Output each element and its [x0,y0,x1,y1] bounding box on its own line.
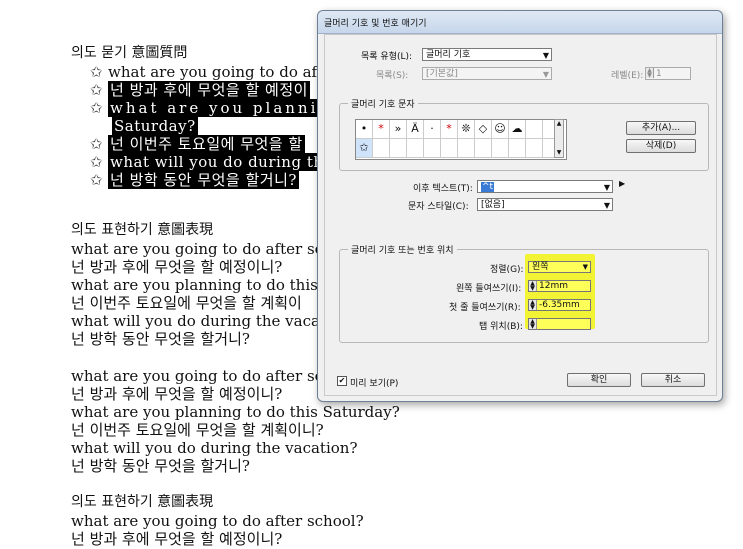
char-style-dropdown[interactable]: [없음] ▼ [477,198,613,211]
list-dropdown[interactable]: [기본값] ▼ [422,67,552,80]
first-indent-label: 첫 줄 들여쓰기(R): [449,303,521,313]
outline-star-icon: ✩ [90,153,103,171]
chevron-down-icon: ▼ [603,183,610,192]
bullet-char-cell[interactable] [441,139,458,158]
chevron-down-icon: ▼ [582,263,588,271]
bullet-char-cell[interactable] [373,139,390,158]
text-line[interactable]: 넌 방학 동안 무엇을 할거니? [71,330,250,348]
delete-button[interactable]: 삭제(D) [626,139,696,153]
spinner-icon[interactable]: ▲ ▼ [529,300,537,311]
spinner-icon[interactable]: ▲ ▼ [646,68,654,79]
text-line[interactable]: 넌 방과 후에 무엇을 할 예정이니? [71,530,282,548]
bullet-char-cell[interactable]: * [373,120,390,139]
position-group: 글머리 기호 또는 번호 위치 [339,243,709,343]
left-indent-label: 왼쪽 들여쓰기(I): [456,284,522,294]
bullet-item[interactable]: ✩ 넌 방과 후에 무엇을 할 예정이 [90,81,310,99]
text-line[interactable]: 넌 방학 동안 무엇을 할거니? [71,457,250,475]
bullet-char-cell[interactable]: ◇ [475,120,492,139]
bullet-item[interactable]: ✩ what will you do during the [90,153,335,171]
bullet-char-grid[interactable]: • * » Ä · * ❊ ◇ ☺ ☁ ✩ [355,119,567,160]
level-stepper[interactable]: ▲ ▼ 1 [645,67,691,80]
list-type-dropdown[interactable]: 글머리 기호 ▼ [422,48,552,61]
list-label: 목록(S): [376,71,409,81]
spinner-icon[interactable]: ▲ ▼ [529,319,537,330]
add-button[interactable]: 추가(A)... [626,121,696,135]
outline-star-icon: ✩ [90,81,103,99]
bullet-char-cell[interactable]: · [424,120,441,139]
text-line[interactable]: 넌 방과 후에 무엇을 할 예정이니? [71,385,282,403]
bullet-char-cell[interactable] [526,139,543,158]
text-after-label: 이후 텍스트(T): [413,184,473,194]
bullet-char-cell[interactable] [492,139,509,158]
bullet-char-cell[interactable] [509,139,526,158]
chevron-down-icon: ▼ [542,70,549,79]
scroll-down-icon[interactable]: ▼ [555,149,563,157]
bullets-numbering-dialog: 글머리 기호 및 번호 매기기 목록 유형(L): 글머리 기호 ▼ 목록(S):… [317,10,723,402]
text-after-field[interactable]: ^t ▼ [477,180,613,193]
dialog-titlebar[interactable]: 글머리 기호 및 번호 매기기 [318,11,722,34]
bullet-char-cell[interactable]: ☁ [509,120,526,139]
group-title: 글머리 기호 또는 번호 위치 [348,243,457,256]
bullet-item-continuation[interactable]: Saturday? [112,117,198,135]
text-line[interactable]: 넌 이번주 토요일에 무엇을 할 계획이니? [71,421,324,439]
outline-star-icon: ✩ [90,171,103,189]
bullet-item[interactable]: ✩ what are you going to do aft [90,63,323,81]
bullet-char-cell[interactable] [458,139,475,158]
dialog-title: 글머리 기호 및 번호 매기기 [324,19,427,29]
first-indent-stepper[interactable]: ▲ ▼ -6.35mm [528,299,591,311]
spinner-icon[interactable]: ▲ ▼ [529,281,537,292]
bullet-item[interactable]: ✩ what are you planning [90,99,346,117]
bullet-char-cell[interactable]: ❊ [458,120,475,139]
bullet-char-cell[interactable]: » [390,120,407,139]
alignment-dropdown[interactable]: 왼쪽 ▼ [528,261,591,273]
text-line[interactable]: what are you going to do after school? [71,512,364,530]
bullet-item[interactable]: ✩ 넌 이번주 토요일에 무엇을 할 [90,135,305,153]
text-line[interactable]: what are you going to do after sch [71,367,333,385]
alignment-label: 정렬(G): [490,265,524,275]
bullet-item[interactable]: ✩ 넌 방학 동안 무엇을 할거니? [90,171,299,189]
ok-button[interactable]: 확인 [567,373,631,387]
outline-star-icon: ✩ [90,135,103,153]
level-label: 레벨(E): [611,71,644,81]
list-type-label: 목록 유형(L): [361,52,413,62]
chevron-down-icon: ▼ [603,201,610,210]
outline-star-icon: ✩ [90,99,103,117]
text-line[interactable]: what are you going to do after scho [71,240,342,258]
section-heading: 의도 표현하기 意圖表現 [71,222,214,238]
chevron-down-icon: ▼ [542,51,549,60]
section-heading: 의도 표현하기 意圖表現 [71,494,214,510]
bullet-char-cell[interactable] [526,120,543,139]
section-heading: 의도 묻기 意圖質問 [71,45,188,61]
left-indent-stepper[interactable]: ▲ ▼ 12mm [528,280,591,292]
group-title: 글머리 기호 문자 [348,97,418,110]
outline-star-icon: ✩ [90,63,103,81]
bullet-char-cell[interactable] [424,139,441,158]
char-style-label: 문자 스타일(C): [408,202,469,212]
tab-position-label: 탭 위치(B): [479,322,523,332]
bullet-char-cell[interactable]: ☺ [492,120,509,139]
dialog-body: 목록 유형(L): 글머리 기호 ▼ 목록(S): [기본값] ▼ 레벨(E): ▲… [324,34,717,396]
cancel-button[interactable]: 취소 [641,373,705,387]
text-line[interactable]: what will you do during the vacation? [71,439,358,457]
preview-label: 미리 보기(P) [350,379,399,389]
bullet-char-cell[interactable]: • [356,120,373,139]
preview-checkbox[interactable]: ✔ [337,376,347,386]
bullet-char-cell[interactable] [475,139,492,158]
bullet-char-cell-selected[interactable]: ✩ [356,139,373,158]
text-line[interactable]: what will you do during the vacati [71,312,331,330]
bullet-char-cell[interactable]: Ä [407,120,424,139]
play-triangle-icon[interactable]: ▶ [619,179,625,188]
text-line[interactable]: 넌 방과 후에 무엇을 할 예정이니? [71,258,282,276]
text-line[interactable]: 넌 이번주 토요일에 무엇을 할 계획이 [71,294,302,312]
bullet-char-cell[interactable] [407,139,424,158]
text-line[interactable]: what are you planning to do this S [71,276,333,294]
bullet-char-cell[interactable]: * [441,120,458,139]
tab-position-stepper[interactable]: ▲ ▼ [528,318,591,330]
scroll-up-icon[interactable]: ▲ [555,120,563,128]
bullet-char-cell[interactable] [390,139,407,158]
text-line[interactable]: what are you planning to do this Saturda… [71,403,400,421]
bullet-grid-scrollbar[interactable]: ▲ ▼ [554,119,564,158]
